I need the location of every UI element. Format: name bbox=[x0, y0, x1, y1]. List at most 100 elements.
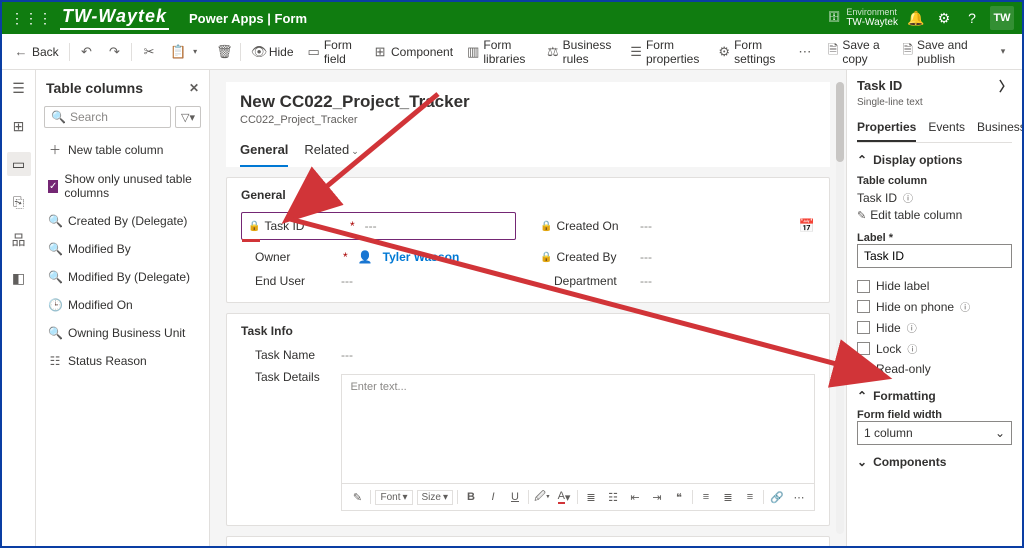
rte-font-select[interactable]: Font▾ bbox=[375, 490, 412, 505]
field-created-on[interactable]: 🔒Created On --- 📅 bbox=[540, 212, 815, 240]
rail-tree-view[interactable]: ☰ bbox=[7, 76, 31, 100]
info-icon[interactable]: ⓘ bbox=[907, 320, 917, 335]
chevron-right-icon[interactable]: 〉 bbox=[999, 76, 1012, 95]
rp-tab-events[interactable]: Events bbox=[928, 116, 965, 142]
column-item[interactable]: 🕒Modified On bbox=[44, 293, 201, 317]
form-field-button[interactable]: ▭Form field bbox=[302, 34, 365, 70]
rp-readonly-check[interactable]: ✓ bbox=[857, 363, 870, 376]
rp-components-header[interactable]: ⌄Components bbox=[857, 455, 1012, 469]
rail-more[interactable]: ◧ bbox=[7, 266, 31, 290]
form-properties-label: Form properties bbox=[646, 38, 704, 66]
hide-button[interactable]: 👁Hide bbox=[245, 40, 300, 64]
rte-align-left[interactable]: ≡ bbox=[697, 488, 715, 506]
save-copy-button[interactable]: 🗎Save a copy bbox=[822, 34, 895, 70]
save-publish-button[interactable]: 🗎Save and publish bbox=[897, 34, 988, 70]
save-publish-label: Save and publish bbox=[917, 38, 982, 66]
overflow-button[interactable]: ⋯ bbox=[792, 40, 818, 64]
rp-tab-business-rules[interactable]: Business rules bbox=[977, 116, 1022, 142]
rte-more[interactable]: ⋯ bbox=[790, 488, 808, 506]
form-libraries-button[interactable]: ▥Form libraries bbox=[461, 34, 539, 70]
rp-edit-table-column[interactable]: ✎Edit table column bbox=[857, 208, 1012, 222]
environment-picker[interactable]: 🗄 Environment TW-Waytek bbox=[828, 8, 898, 29]
section-other[interactable]: Other Task Details bbox=[226, 536, 830, 546]
only-unused-toggle[interactable]: ✓ Show only unused table columns bbox=[44, 167, 201, 205]
field-task-id[interactable]: 🔒Task ID * --- bbox=[241, 212, 516, 240]
column-item[interactable]: 🔍Modified By (Delegate) bbox=[44, 265, 201, 289]
section-title: General bbox=[241, 188, 815, 202]
field-value[interactable]: Tyler Wasson bbox=[383, 250, 516, 264]
rp-chk-label: Hide bbox=[876, 321, 901, 335]
rte-font-color[interactable]: A▾ bbox=[555, 488, 573, 506]
undo-button[interactable]: ↶ bbox=[73, 40, 99, 64]
form-settings-button[interactable]: ⚙Form settings bbox=[712, 34, 789, 70]
rte-italic[interactable]: I bbox=[484, 488, 502, 506]
notifications-icon[interactable]: 🔔 bbox=[906, 10, 926, 27]
rp-lock-check[interactable] bbox=[857, 342, 870, 355]
save-publish-chevron[interactable]: ▾ bbox=[990, 42, 1016, 61]
column-item[interactable]: 🔍Modified By bbox=[44, 237, 201, 261]
component-button[interactable]: ⊞Component bbox=[367, 40, 459, 64]
search-input[interactable]: 🔍 Search bbox=[44, 106, 171, 128]
rp-hide-check[interactable] bbox=[857, 321, 870, 334]
cut-button[interactable]: ✂ bbox=[136, 40, 162, 64]
rp-formatting-header[interactable]: ⌃Formatting bbox=[857, 389, 1012, 403]
rte-bold[interactable]: B bbox=[462, 488, 480, 506]
field-task-name[interactable]: Task Name --- bbox=[241, 348, 815, 362]
rte-quote[interactable]: ❝ bbox=[670, 488, 688, 506]
column-item[interactable]: 🔍Owning Business Unit bbox=[44, 321, 201, 345]
tab-related[interactable]: Related⌄ bbox=[304, 136, 358, 167]
rte-format-painter[interactable]: ✎ bbox=[348, 488, 366, 506]
section-task-info[interactable]: Task Info Task Name --- Task Details Ent… bbox=[226, 313, 830, 526]
rp-width-select[interactable]: 1 column ⌄ bbox=[857, 421, 1012, 445]
field-owner[interactable]: Owner * 👤 Tyler Wasson bbox=[241, 250, 516, 264]
rte-textarea[interactable]: Enter text... bbox=[341, 374, 815, 484]
rte-highlight[interactable]: 🖉▾ bbox=[533, 488, 551, 506]
rte-link[interactable]: 🔗 bbox=[768, 488, 786, 506]
scrollbar-thumb[interactable] bbox=[836, 82, 844, 162]
column-item[interactable]: 🔍Created By (Delegate) bbox=[44, 209, 201, 233]
rp-tab-properties[interactable]: Properties bbox=[857, 116, 916, 142]
rail-components[interactable]: ⊞ bbox=[7, 114, 31, 138]
filter-button[interactable]: ▽▾ bbox=[175, 106, 201, 128]
rte-indent[interactable]: ⇥ bbox=[648, 488, 666, 506]
info-icon[interactable]: ⓘ bbox=[907, 341, 917, 356]
info-icon[interactable]: ⓘ bbox=[960, 299, 970, 314]
delete-button[interactable]: 🗑 bbox=[210, 40, 236, 64]
app-launcher-icon[interactable]: ⋮⋮⋮ bbox=[10, 11, 52, 25]
new-table-column-button[interactable]: ＋ New table column bbox=[44, 136, 201, 163]
field-end-user[interactable]: End User --- bbox=[241, 274, 516, 288]
field-task-details[interactable]: Enter text... ✎ Font▾ Size▾ B I U 🖉▾ A▾ bbox=[341, 370, 815, 511]
rp-display-options-header[interactable]: ⌃Display options bbox=[857, 153, 1012, 167]
rp-label-input[interactable] bbox=[857, 244, 1012, 268]
column-item[interactable]: ☷Status Reason bbox=[44, 349, 201, 373]
rte-align-center[interactable]: ≣ bbox=[719, 488, 737, 506]
rail-business-rules[interactable]: 品 bbox=[7, 228, 31, 252]
section-general[interactable]: General 🔒Task ID * --- 🔒Created On --- 📅… bbox=[226, 177, 830, 303]
form-properties-button[interactable]: ☰Form properties bbox=[624, 34, 710, 70]
rte-number-list[interactable]: ☷ bbox=[604, 488, 622, 506]
help-icon[interactable]: ? bbox=[962, 10, 982, 26]
brand-logo: TW-Waytek bbox=[60, 6, 169, 30]
settings-gear-icon[interactable]: ⚙ bbox=[934, 10, 954, 27]
rte-bullet-list[interactable]: ≣ bbox=[582, 488, 600, 506]
back-button[interactable]: ←Back bbox=[8, 40, 65, 63]
rail-form-libraries[interactable]: ⎘ bbox=[7, 190, 31, 214]
rp-hide-phone-check[interactable] bbox=[857, 300, 870, 313]
info-icon[interactable]: ⓘ bbox=[903, 190, 913, 205]
field-created-by[interactable]: 🔒Created By --- bbox=[540, 250, 815, 264]
field-department[interactable]: Department --- bbox=[540, 274, 815, 288]
redo-button[interactable]: ↷ bbox=[101, 40, 127, 64]
business-rules-button[interactable]: ⚖Business rules bbox=[541, 34, 622, 70]
rail-table-columns[interactable]: ▭ bbox=[7, 152, 31, 176]
rte-size-select[interactable]: Size▾ bbox=[417, 490, 453, 505]
user-avatar[interactable]: TW bbox=[990, 6, 1014, 30]
rte-underline[interactable]: U bbox=[506, 488, 524, 506]
rte-align-right[interactable]: ≡ bbox=[741, 488, 759, 506]
rp-hide-label-check[interactable] bbox=[857, 280, 870, 293]
paste-button[interactable]: 📋▾ bbox=[164, 40, 208, 64]
rte-outdent[interactable]: ⇤ bbox=[626, 488, 644, 506]
close-panel-button[interactable]: ✕ bbox=[189, 81, 199, 95]
rp-chk-label: Hide on phone bbox=[876, 300, 954, 314]
save-copy-label: Save a copy bbox=[842, 38, 888, 66]
tab-general[interactable]: General bbox=[240, 136, 288, 167]
